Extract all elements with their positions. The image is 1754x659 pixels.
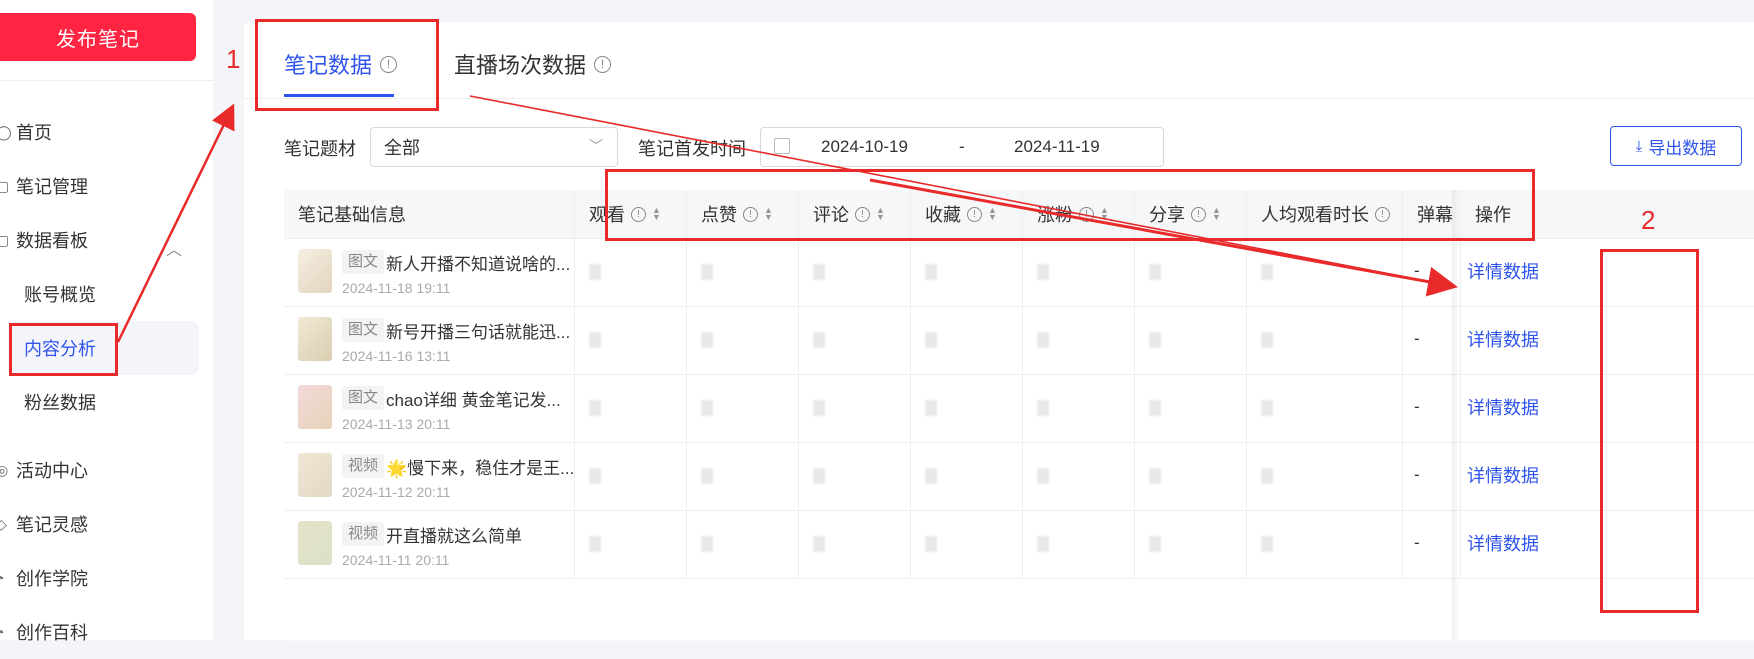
arrow-thick-to-columns — [869, 178, 1458, 297]
arrow-sidebar-to-tab — [116, 103, 235, 343]
annotation-arrows — [116, 95, 1458, 343]
arrow-tab-to-columns — [469, 95, 1456, 292]
